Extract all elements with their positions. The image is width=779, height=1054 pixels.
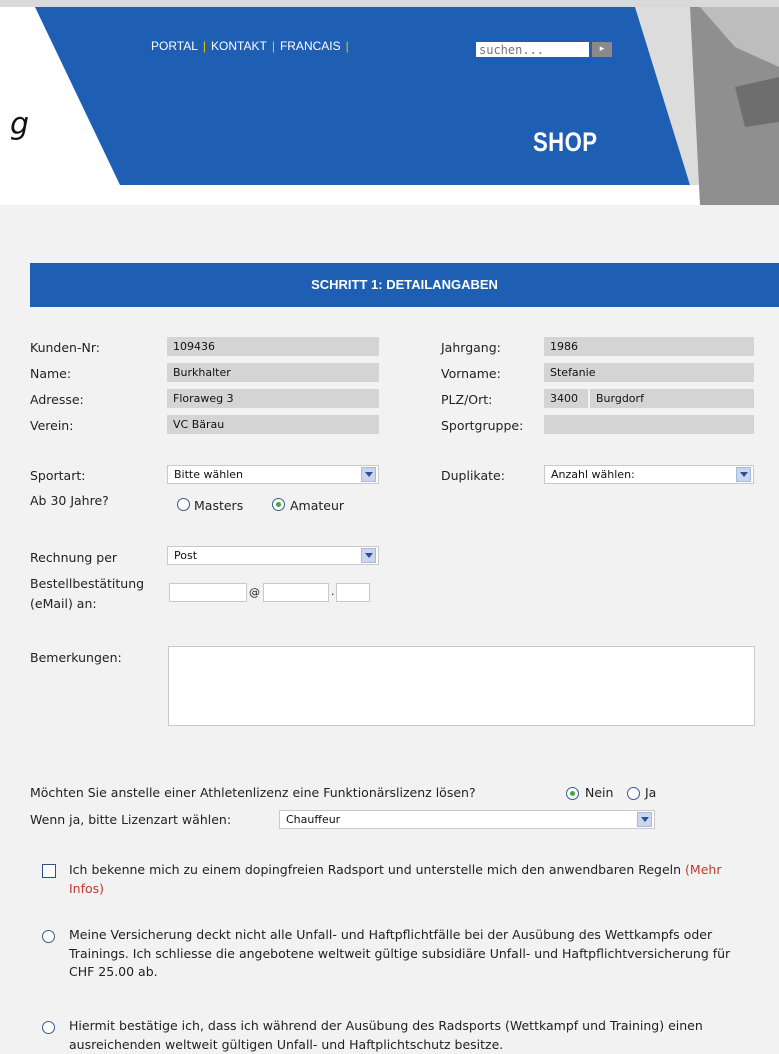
bestell-label-line1: Bestellbestätitung [30,576,145,591]
header-graphic [35,7,779,205]
radio-funktionaer-ja[interactable] [627,787,640,800]
radio-funktionaer-nein-label: Nein [585,785,614,800]
chevron-down-icon [361,467,376,482]
kunden-nr-label: Kunden-Nr: [30,340,100,355]
versicherung-zusatz-text: Meine Versicherung deckt nicht alle Unfa… [69,927,731,979]
adresse-label: Adresse: [30,392,84,407]
jahrgang-label: Jahrgang: [441,340,501,355]
doping-checkbox[interactable] [42,864,56,878]
duplikate-select[interactable]: Anzahl wählen: [544,465,754,484]
email-at-sign: @ [249,586,260,599]
verein-field[interactable]: VC Bärau [167,415,379,434]
rechnung-select[interactable]: Post [167,546,379,565]
duplikate-label: Duplikate: [441,468,505,483]
lizenzart-select[interactable]: Chauffeur [279,810,655,829]
radio-versicherung-zusatz[interactable] [42,930,55,943]
site-header: PORTAL|KONTAKT|FRANCAIS| ▸ g SHOP [0,7,779,205]
verein-label: Verein: [30,418,74,433]
top-strip [0,0,779,7]
ab30-label: Ab 30 Jahre? [30,493,109,508]
funktionaer-question: Möchten Sie anstelle einer Athletenlizen… [30,785,476,800]
nav-kontakt[interactable]: KONTAKT [206,39,272,53]
jahrgang-field[interactable]: 1986 [544,337,754,356]
search-submit-button[interactable]: ▸ [592,42,612,57]
rechnung-label: Rechnung per [30,550,118,565]
duplikate-selected: Anzahl wählen: [551,468,635,481]
adresse-field[interactable]: Floraweg 3 [167,389,379,408]
logo-fragment: g [10,107,30,142]
name-label: Name: [30,366,72,381]
ort-field[interactable]: Burgdorf [590,389,754,408]
bestell-label-line2: (eMail) an: [30,596,97,611]
radio-masters[interactable] [177,498,190,511]
sportgruppe-field[interactable] [544,415,754,434]
bemerkungen-label: Bemerkungen: [30,650,122,665]
bemerkungen-textarea[interactable] [168,646,755,726]
vorname-field[interactable]: Stefanie [544,363,754,382]
arrow-right-icon: ▸ [599,44,605,54]
plz-field[interactable]: 3400 [544,389,588,408]
radio-amateur[interactable] [272,498,285,511]
step-heading: SCHRITT 1: DETAILANGABEN [30,263,779,307]
sportart-label: Sportart: [30,468,86,483]
lizenzart-label: Wenn ja, bitte Lizenzart wählen: [30,812,232,827]
sportart-select[interactable]: Bitte wählen [167,465,379,484]
kunden-nr-field[interactable]: 109436 [167,337,379,356]
radio-amateur-label: Amateur [290,498,345,513]
email-tld-input[interactable] [336,583,370,602]
versicherung-eigen-text: Hiermit bestätige ich, dass ich während … [69,1018,703,1052]
search-input[interactable] [476,42,589,57]
email-local-input[interactable] [169,583,247,602]
vorname-label: Vorname: [441,366,501,381]
rechnung-selected: Post [174,549,198,562]
radio-masters-label: Masters [194,498,244,513]
top-nav: PORTAL | KONTAKT | FRANCAIS | [146,39,349,53]
sportart-selected: Bitte wählen [174,468,243,481]
section-title: SHOP [533,127,598,157]
doping-text: Ich bekenne mich zu einem dopingfreien R… [69,862,722,896]
email-domain-input[interactable] [263,583,329,602]
nav-portal[interactable]: PORTAL [146,39,203,53]
radio-funktionaer-nein[interactable] [566,787,579,800]
email-dot: . [331,585,335,598]
lizenzart-selected: Chauffeur [286,813,341,826]
nav-francais[interactable]: FRANCAIS [275,39,346,53]
chevron-down-icon [736,467,751,482]
chevron-down-icon [637,812,652,827]
radio-funktionaer-ja-label: Ja [645,785,657,800]
name-field[interactable]: Burkhalter [167,363,379,382]
plz-ort-label: PLZ/Ort: [441,392,493,407]
sportgruppe-label: Sportgruppe: [441,418,524,433]
chevron-down-icon [361,548,376,563]
radio-versicherung-eigen[interactable] [42,1021,55,1034]
